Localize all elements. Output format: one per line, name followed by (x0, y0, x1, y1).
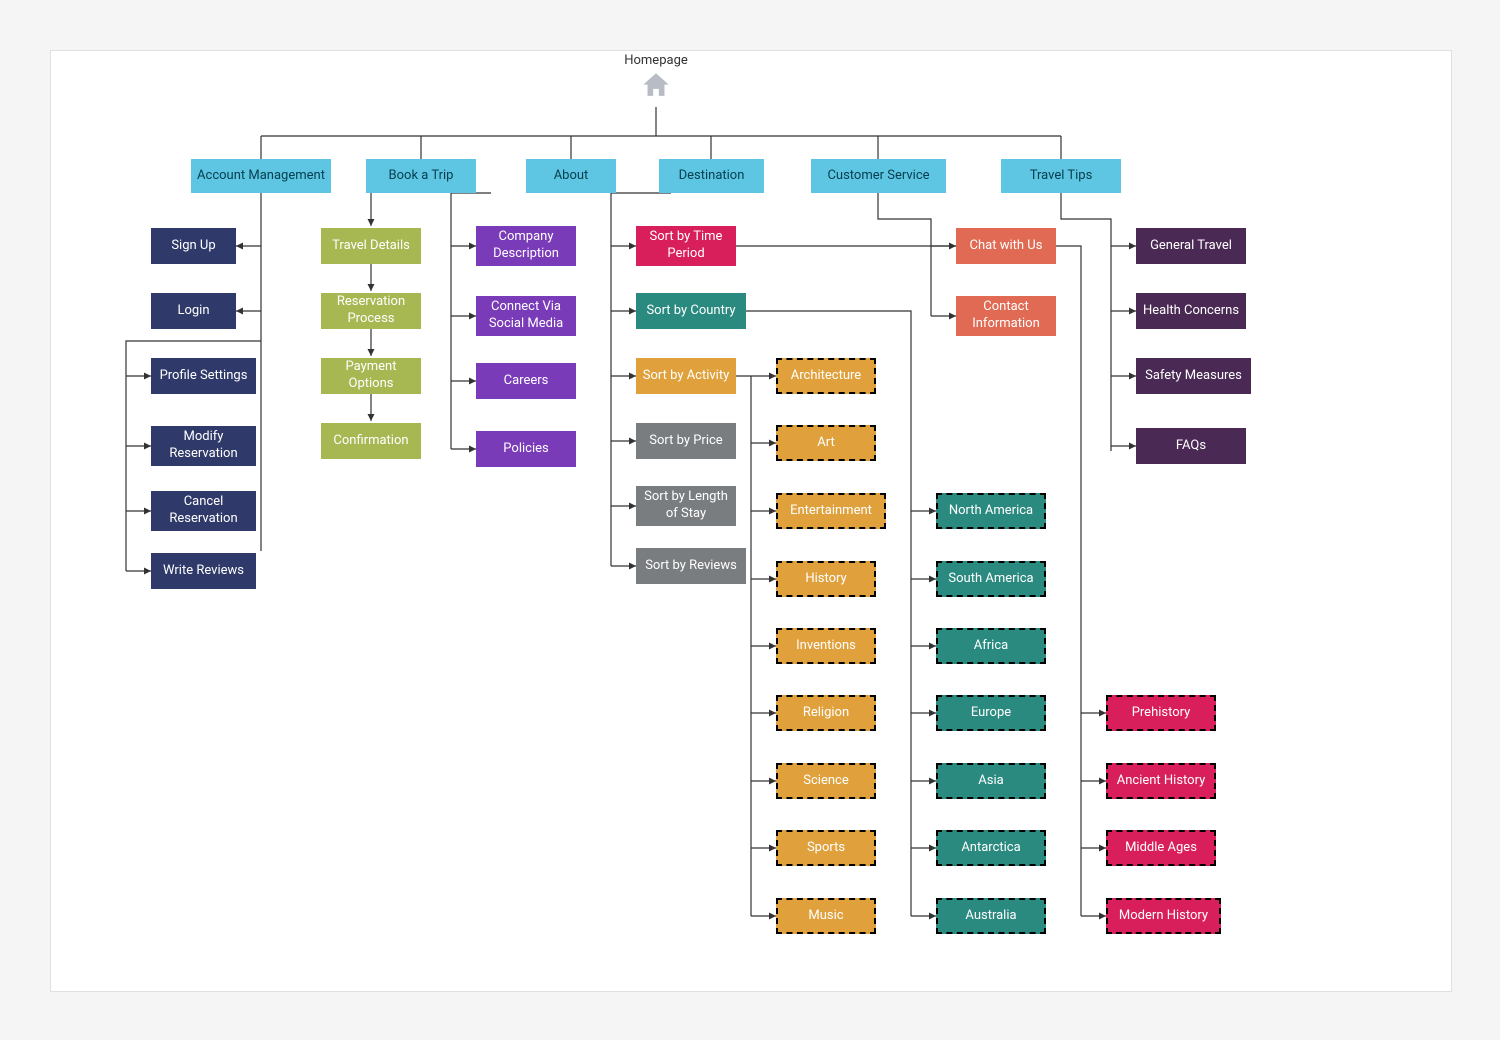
sort-time: Sort by Time Period (636, 226, 736, 266)
ctry-na: North America (936, 493, 1046, 529)
act-religion: Religion (776, 695, 876, 731)
nav-service: Customer Service (811, 159, 946, 193)
nav-account: Account Management (191, 159, 331, 193)
tips-health: Health Concerns (1136, 293, 1246, 329)
acct-reviews: Write Reviews (151, 553, 256, 589)
acct-profile: Profile Settings (151, 358, 256, 394)
sort-activity: Sort by Activity (636, 358, 736, 394)
period-ancient: Ancient History (1106, 763, 1216, 799)
acct-login: Login (151, 293, 236, 329)
nav-tips: Travel Tips (1001, 159, 1121, 193)
ctry-africa: Africa (936, 628, 1046, 664)
diagram-canvas: Homepage Account Management Book a Trip … (50, 50, 1452, 992)
tips-general: General Travel (1136, 228, 1246, 264)
nav-book: Book a Trip (366, 159, 476, 193)
ctry-europe: Europe (936, 695, 1046, 731)
ctry-asia: Asia (936, 763, 1046, 799)
period-middle: Middle Ages (1106, 830, 1216, 866)
act-music: Music (776, 898, 876, 934)
period-prehistory: Prehistory (1106, 695, 1216, 731)
about-social: Connect Via Social Media (476, 296, 576, 336)
svc-chat: Chat with Us (956, 228, 1056, 264)
act-architecture: Architecture (776, 358, 876, 394)
tips-faqs: FAQs (1136, 428, 1246, 464)
about-company: Company Description (476, 226, 576, 266)
act-history: History (776, 561, 876, 597)
sort-price: Sort by Price (636, 423, 736, 459)
act-sports: Sports (776, 830, 876, 866)
sort-country: Sort by Country (636, 293, 746, 329)
period-modern: Modern History (1106, 898, 1221, 934)
acct-signup: Sign Up (151, 228, 236, 264)
act-science: Science (776, 763, 876, 799)
about-careers: Careers (476, 363, 576, 399)
book-reservation: Reservation Process (321, 293, 421, 329)
about-policies: Policies (476, 431, 576, 467)
home-icon (639, 69, 673, 107)
ctry-antarctica: Antarctica (936, 830, 1046, 866)
tips-safety: Safety Measures (1136, 358, 1251, 394)
ctry-sa: South America (936, 561, 1046, 597)
svc-contact: Contact Information (956, 296, 1056, 336)
sort-reviews: Sort by Reviews (636, 548, 746, 584)
act-entertainment: Entertainment (776, 493, 886, 529)
act-inventions: Inventions (776, 628, 876, 664)
acct-cancel: Cancel Reservation (151, 491, 256, 531)
nav-about: About (526, 159, 616, 193)
book-details: Travel Details (321, 228, 421, 264)
acct-modify: Modify Reservation (151, 426, 256, 466)
ctry-australia: Australia (936, 898, 1046, 934)
sort-length: Sort by Length of Stay (636, 486, 736, 526)
nav-destination: Destination (659, 159, 764, 193)
page: Homepage Account Management Book a Trip … (0, 0, 1500, 1040)
book-confirm: Confirmation (321, 423, 421, 459)
act-art: Art (776, 425, 876, 461)
book-payment: Payment Options (321, 358, 421, 394)
